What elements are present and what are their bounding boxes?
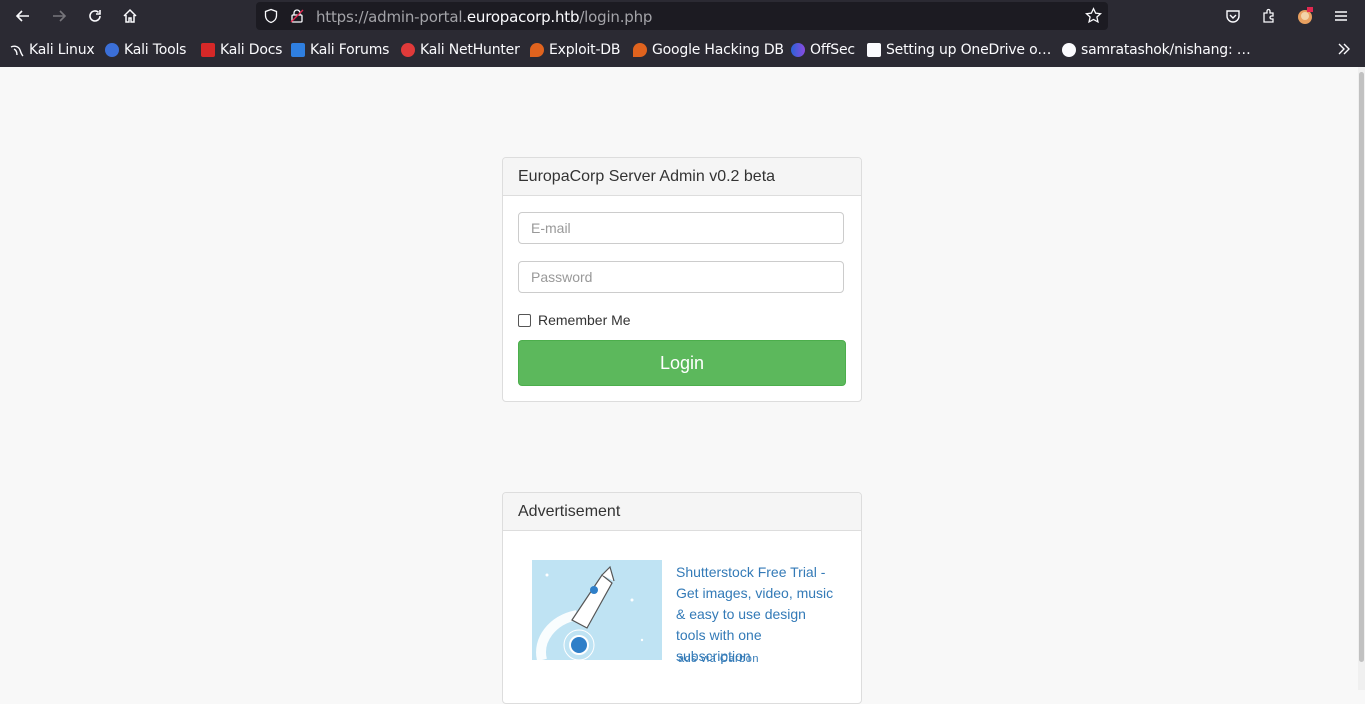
remember-me-checkbox[interactable] [518,313,531,327]
url-text[interactable]: https://admin-portal.europacorp.htb/logi… [316,8,652,26]
bookmark-kali-nethunter[interactable]: Kali NetHunter [401,41,520,59]
bookmark-kali-tools[interactable]: Kali Tools [105,41,186,59]
bookmark-exploit-db[interactable]: Exploit-DB [530,41,620,59]
ads-via-carbon-link[interactable]: ads via Carbon [678,653,759,665]
onedrive-page-icon [867,43,881,57]
bookmark-star-icon[interactable] [1085,7,1102,29]
bookmarks-bar: Kali Linux Kali Tools Kali Docs Kali For… [0,32,1365,68]
ghdb-icon [633,43,647,57]
scrollbar-thumb[interactable] [1359,72,1364,662]
exploit-db-icon [530,43,544,57]
remember-me-row[interactable]: Remember Me [518,312,631,328]
browser-toolbar: https://admin-portal.europacorp.htb/logi… [0,0,1365,32]
lock-insecure-icon[interactable] [289,8,305,29]
login-panel: EuropaCorp Server Admin v0.2 beta Rememb… [502,157,862,402]
profile-avatar-icon[interactable] [1293,4,1317,28]
offsec-icon [791,43,805,57]
menu-icon[interactable] [1329,4,1353,28]
kali-nethunter-icon [401,43,415,57]
bookmark-onedrive[interactable]: Setting up OneDrive o… [867,41,1051,59]
ad-link-text[interactable]: Shutterstock Free Trial - Get images, vi… [676,562,836,667]
back-icon[interactable] [11,4,35,28]
pocket-icon[interactable] [1221,4,1245,28]
forward-icon[interactable] [47,4,71,28]
bookmark-offsec[interactable]: OffSec [791,41,855,59]
kali-docs-icon [201,43,215,57]
kali-tools-icon [105,43,119,57]
extensions-icon[interactable] [1257,4,1281,28]
home-icon[interactable] [118,4,142,28]
bookmark-kali-linux[interactable]: Kali Linux [10,41,95,59]
bookmark-google-hacking-db[interactable]: Google Hacking DB [633,41,784,59]
advertisement-panel: Advertisement Shutterstock Free Trial - … [502,492,862,704]
reload-icon[interactable] [83,4,107,28]
bookmark-kali-forums[interactable]: Kali Forums [291,41,389,59]
ad-rocket-image[interactable] [532,560,662,660]
login-panel-title: EuropaCorp Server Admin v0.2 beta [503,158,861,196]
kali-dragon-icon [10,43,24,57]
advertisement-title: Advertisement [503,493,861,531]
password-field[interactable] [518,261,844,293]
url-bar[interactable]: https://admin-portal.europacorp.htb/logi… [256,2,1108,30]
shield-icon[interactable] [263,8,279,29]
kali-forums-icon [291,43,305,57]
bookmark-kali-docs[interactable]: Kali Docs [201,41,282,59]
github-icon [1062,43,1076,57]
remember-me-label: Remember Me [538,312,631,328]
page-viewport: EuropaCorp Server Admin v0.2 beta Rememb… [0,67,1358,704]
email-field[interactable] [518,212,844,244]
page-scrollbar[interactable] [1358,67,1365,690]
login-button[interactable]: Login [518,340,846,386]
bookmarks-overflow-icon[interactable] [1332,37,1356,61]
bookmark-nishang[interactable]: samratashok/nishang: … [1062,41,1251,59]
